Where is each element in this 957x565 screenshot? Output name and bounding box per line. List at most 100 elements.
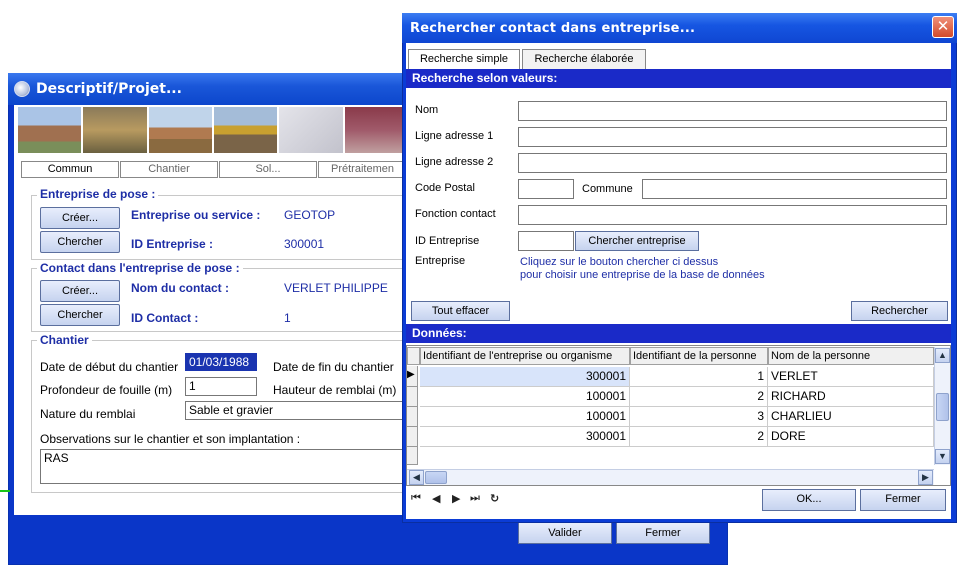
create-contact-button[interactable]: Créer... bbox=[40, 280, 120, 302]
validate-button[interactable]: Valider bbox=[518, 522, 612, 544]
contact-group-title: Contact dans l'entreprise de pose : bbox=[37, 261, 243, 275]
tab-pretraitement[interactable]: Prétraitemen bbox=[318, 161, 408, 178]
tab-advanced-search[interactable]: Recherche élaborée bbox=[522, 49, 646, 69]
row-selector[interactable] bbox=[407, 427, 418, 447]
app-icon bbox=[14, 81, 30, 97]
previous-record-icon[interactable]: ◀ bbox=[432, 492, 440, 505]
grid-cell-person-id[interactable]: 2 bbox=[630, 387, 768, 407]
horizontal-scroll-thumb[interactable] bbox=[425, 471, 447, 484]
depth-label: Profondeur de fouille (m) bbox=[40, 383, 173, 397]
fill-nature-field[interactable]: Sable et gravier bbox=[185, 401, 408, 420]
scroll-left-icon[interactable]: ◀ bbox=[409, 470, 424, 485]
grid-cell-company-id[interactable]: 300001 bbox=[420, 427, 630, 447]
tab-commun[interactable]: Commun bbox=[21, 161, 119, 178]
row-selector-current[interactable]: ▶ bbox=[407, 366, 418, 387]
entreprise-id-value: 300001 bbox=[284, 237, 325, 251]
refresh-icon[interactable]: ↻ bbox=[490, 492, 499, 505]
commune-input[interactable] bbox=[642, 179, 947, 199]
ok-button[interactable]: OK... bbox=[762, 489, 856, 511]
entreprise-group-title: Entreprise de pose : bbox=[37, 187, 159, 201]
close-icon[interactable]: ✕ bbox=[932, 16, 954, 38]
grid-cell-person-id[interactable]: 1 bbox=[630, 367, 768, 387]
vertical-scroll-thumb[interactable] bbox=[936, 393, 949, 421]
row-selector[interactable] bbox=[407, 407, 418, 427]
start-date-label: Date de début du chantier bbox=[40, 360, 179, 374]
close-project-button[interactable]: Fermer bbox=[616, 522, 710, 544]
hint-line-2: pour choisir une entreprise de la base d… bbox=[520, 269, 765, 281]
grid-cell-company-id[interactable]: 100001 bbox=[420, 387, 630, 407]
edge-marker bbox=[0, 490, 10, 492]
entreprise-id-label: ID Entreprise : bbox=[131, 237, 214, 251]
address1-label: Ligne adresse 1 bbox=[415, 130, 494, 142]
grid-cell-company-id[interactable]: 300001 bbox=[420, 367, 630, 387]
grid-cell-company-id[interactable]: 100001 bbox=[420, 407, 630, 427]
grid-corner bbox=[407, 347, 420, 365]
function-label: Fonction contact bbox=[415, 208, 496, 220]
grid-cell-person-id[interactable]: 2 bbox=[630, 427, 768, 447]
scroll-down-icon[interactable]: ▼ bbox=[935, 449, 950, 464]
close-dialog-button[interactable]: Fermer bbox=[860, 489, 946, 511]
entreprise-id-input[interactable] bbox=[518, 231, 574, 251]
search-entreprise-button[interactable]: Chercher bbox=[40, 231, 120, 253]
grid-header-person-id[interactable]: Identifiant de la personne bbox=[630, 347, 768, 365]
project-photo-strip bbox=[18, 107, 408, 153]
clear-all-button[interactable]: Tout effacer bbox=[411, 301, 510, 321]
machine-photo bbox=[213, 107, 278, 153]
fill-height-label: Hauteur de remblai (m) bbox=[273, 383, 397, 397]
search-contact-button[interactable]: Chercher bbox=[40, 304, 120, 326]
plan-photo bbox=[279, 107, 343, 153]
tab-sol[interactable]: Sol... bbox=[219, 161, 317, 178]
dialog-title: Rechercher contact dans entreprise... bbox=[402, 13, 957, 43]
nom-label: Nom bbox=[415, 104, 439, 116]
observations-field[interactable]: RAS bbox=[40, 449, 408, 484]
service-label: Entreprise ou service : bbox=[131, 208, 261, 222]
create-entreprise-button[interactable]: Créer... bbox=[40, 207, 120, 229]
grid-cell-person-name[interactable]: VERLET bbox=[768, 367, 934, 387]
hint-line-1: Cliquez sur le bouton chercher ci dessus bbox=[520, 256, 719, 268]
nom-input[interactable] bbox=[518, 101, 947, 121]
current-row-arrow-icon: ▶ bbox=[407, 369, 415, 380]
tab-simple-search[interactable]: Recherche simple bbox=[408, 49, 520, 69]
contact-name-value: VERLET PHILIPPE bbox=[284, 281, 388, 295]
chantier-group-title: Chantier bbox=[37, 333, 92, 347]
fill-nature-label: Nature du remblai bbox=[40, 407, 136, 421]
contact-name-label: Nom du contact : bbox=[131, 281, 229, 295]
house-photo bbox=[18, 107, 82, 153]
postal-code-label: Code Postal bbox=[415, 182, 475, 194]
commune-label: Commune bbox=[582, 183, 633, 195]
observations-label: Observations sur le chantier et son impl… bbox=[40, 432, 301, 446]
building-photo bbox=[148, 107, 212, 153]
search-button[interactable]: Rechercher bbox=[851, 301, 948, 321]
postal-code-input[interactable] bbox=[518, 179, 574, 199]
row-selector[interactable] bbox=[407, 387, 418, 407]
tab-chantier[interactable]: Chantier bbox=[120, 161, 218, 178]
last-record-icon[interactable]: ⏭ bbox=[470, 492, 480, 505]
first-record-icon[interactable]: ⏮ bbox=[411, 492, 421, 505]
grid-header-company-id[interactable]: Identifiant de l'entreprise ou organisme bbox=[420, 347, 630, 365]
entreprise-id-search-label: ID Entreprise bbox=[415, 235, 480, 247]
search-company-button[interactable]: Chercher entreprise bbox=[575, 231, 699, 251]
next-record-icon[interactable]: ▶ bbox=[452, 492, 460, 505]
scroll-right-icon[interactable]: ▶ bbox=[918, 470, 933, 485]
address2-input[interactable] bbox=[518, 153, 947, 173]
grid-cell-person-name[interactable]: DORE bbox=[768, 427, 934, 447]
entreprise-search-label: Entreprise bbox=[415, 255, 466, 267]
start-date-field[interactable]: 01/03/1988 bbox=[185, 353, 257, 371]
address1-input[interactable] bbox=[518, 127, 947, 147]
data-section-header: Données: bbox=[406, 324, 951, 343]
grid-cell-person-id[interactable]: 3 bbox=[630, 407, 768, 427]
horizontal-scrollbar[interactable] bbox=[407, 469, 934, 485]
scroll-up-icon[interactable]: ▲ bbox=[935, 348, 950, 363]
depth-field[interactable]: 1 bbox=[185, 377, 257, 396]
grid-cell-person-name[interactable]: RICHARD bbox=[768, 387, 934, 407]
grid-header-person-name[interactable]: Nom de la personne bbox=[768, 347, 934, 365]
grid-cell-person-name[interactable]: CHARLIEU bbox=[768, 407, 934, 427]
function-input[interactable] bbox=[518, 205, 947, 225]
detail-photo bbox=[344, 107, 408, 153]
background-window-title: Descriptif/Projet... bbox=[8, 73, 408, 105]
search-section-header: Recherche selon valeurs: bbox=[406, 69, 951, 88]
excavation-photo bbox=[83, 107, 147, 153]
service-value: GEOTOP bbox=[284, 208, 336, 222]
contact-id-label: ID Contact : bbox=[131, 311, 199, 325]
row-selector-new[interactable] bbox=[407, 447, 418, 465]
